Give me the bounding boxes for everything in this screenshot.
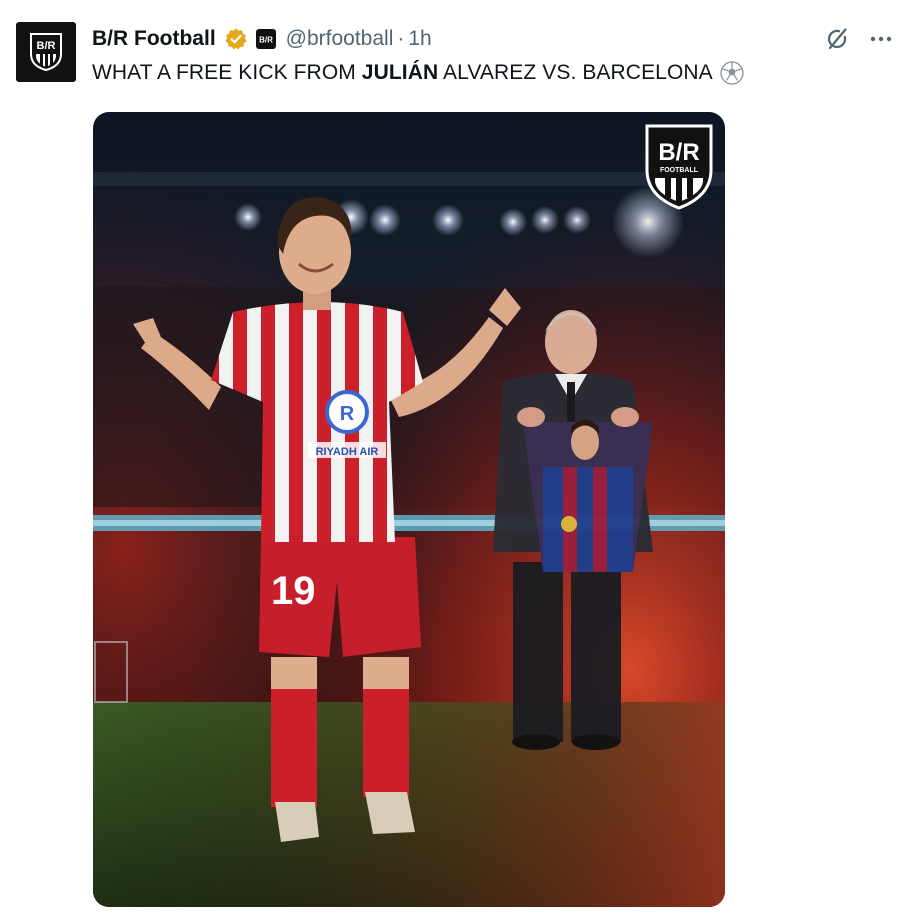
br-shield-logo-icon: B/R [30, 33, 62, 72]
affiliate-badge-icon[interactable]: B/R [255, 29, 276, 49]
more-dots-icon [870, 36, 892, 42]
tweet-text-bold: JULIÁN [361, 61, 439, 84]
svg-text:R: R [340, 403, 355, 425]
author-handle[interactable]: @brfootball [286, 27, 394, 51]
more-options-button[interactable] [866, 24, 896, 54]
tweet-header: B/R Football B/R @brfootball · 1h [92, 24, 896, 54]
author-name[interactable]: B/R Football [92, 27, 216, 51]
grok-icon [827, 28, 847, 50]
br-football-logo: B/R FOOTBALL [645, 124, 713, 210]
tweet-text: WHAT A FREE KICK FROM JULIÁN ALVAREZ VS.… [92, 60, 745, 86]
tweet-text-part1: WHAT A FREE KICK FROM [92, 61, 362, 84]
soccer-ball-emoji-icon [720, 61, 744, 85]
avatar-logo-text: B/R [37, 40, 56, 52]
separator-dot: · [397, 27, 405, 50]
avatar[interactable]: B/R [16, 22, 76, 82]
svg-text:B/R: B/R [259, 36, 273, 45]
grok-button[interactable] [822, 24, 852, 54]
tweet-media-image[interactable]: 19 R RIYADH AIR B/R FOOTBALL [93, 112, 725, 907]
tweet-text-part2: ALVAREZ VS. BARCELONA [438, 61, 713, 84]
media-logo-subtext: FOOTBALL [660, 167, 699, 174]
jersey-sponsor: RIYADH AIR [316, 446, 379, 458]
shorts-number: 19 [271, 569, 316, 613]
verified-badge-icon[interactable] [224, 27, 248, 51]
media-logo-text: B/R [658, 139, 699, 166]
free-kick-graphic: 19 R RIYADH AIR B/R FOOTBALL [93, 112, 725, 907]
timestamp[interactable]: 1h [408, 27, 431, 51]
